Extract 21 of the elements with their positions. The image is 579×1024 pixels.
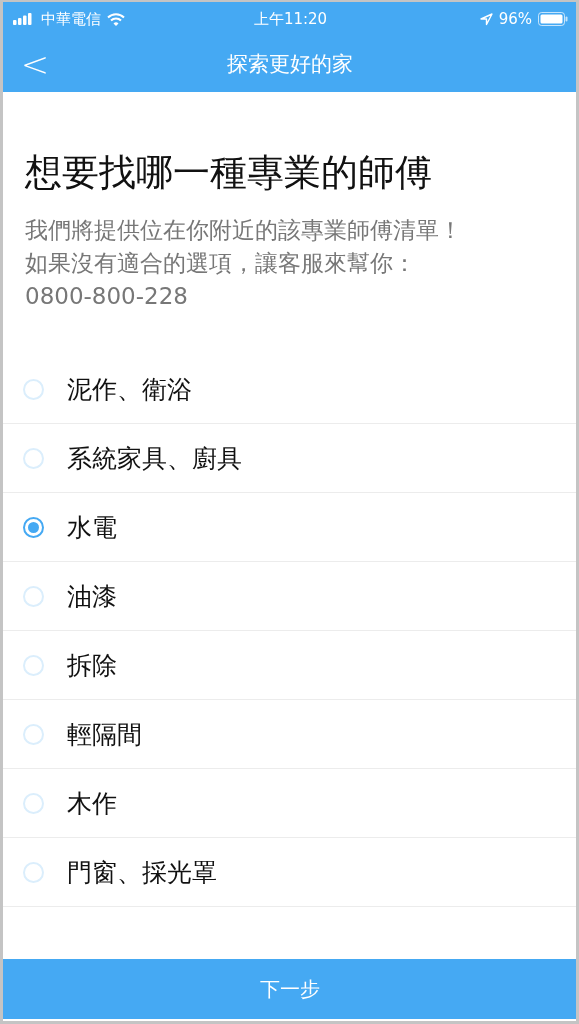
option-label[interactable]: 木作 [67, 786, 117, 820]
option-label[interactable]: 拆除 [67, 648, 117, 682]
radio-button[interactable] [23, 516, 44, 538]
status-time: 上午11:20 [253, 9, 328, 29]
description-text: 我們將提供位在你附近的該專業師傅清單！ [25, 216, 463, 245]
battery-icon [538, 12, 568, 26]
option-label[interactable]: 油漆 [67, 579, 117, 613]
signal-icon [13, 13, 35, 25]
option-label[interactable]: 系統家具、廚具 [67, 441, 242, 475]
option-label[interactable]: 泥作、衛浴 [67, 372, 192, 406]
option-label[interactable]: 輕隔間 [67, 717, 142, 751]
page-heading: 想要找哪一種專業的師傅 [25, 150, 433, 196]
option-label[interactable]: 門窗、採光罩 [67, 855, 217, 889]
nav-title: 探索更好的家 [226, 51, 353, 78]
wifi-icon [107, 12, 125, 26]
carrier-name: 中華電信 [41, 9, 101, 29]
option-label[interactable]: 水電 [67, 510, 117, 544]
location-arrow-icon [479, 12, 493, 26]
description-text: 0800-800-228 [25, 282, 189, 311]
description-text: 如果沒有適合的選項，讓客服來幫你： [25, 249, 417, 278]
battery-percent: 96% [498, 10, 532, 28]
